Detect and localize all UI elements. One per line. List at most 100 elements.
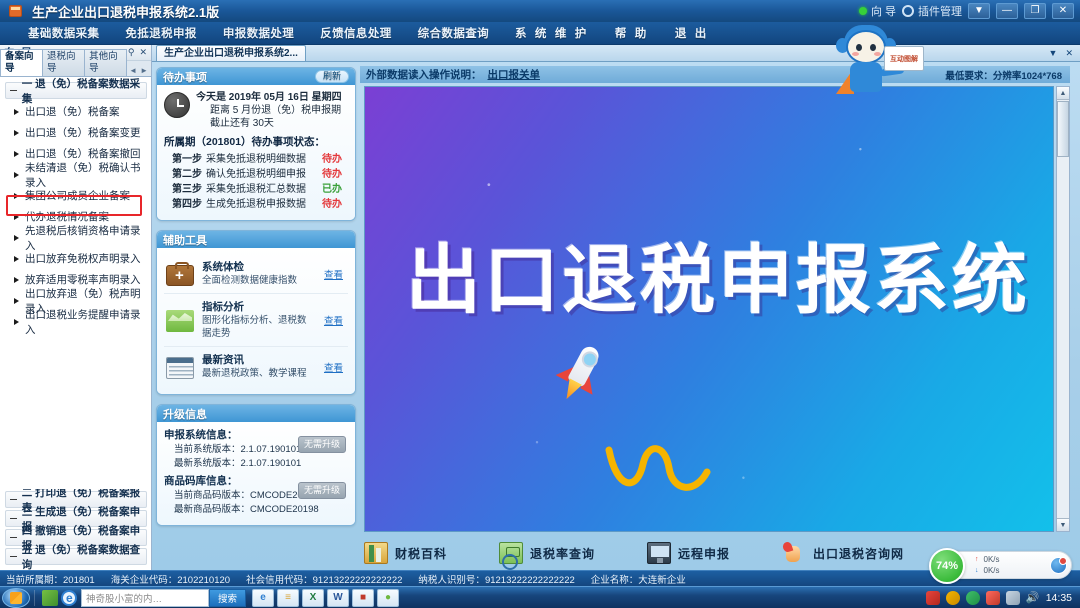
taskbar-app-word[interactable]: W — [327, 588, 350, 607]
taskbar-app-excel[interactable]: X — [302, 588, 325, 607]
mascot-eye-left — [856, 44, 862, 51]
todo-step-3[interactable]: 第三步 采集免抵退税汇总数据 已办 — [164, 182, 348, 197]
customs-declaration-link[interactable]: 出口报关单 — [488, 67, 541, 82]
tab-other-wizard[interactable]: 其他向导 — [84, 49, 128, 76]
pinned-app-icon[interactable] — [42, 589, 58, 606]
goods-upgrade-button[interactable]: 无需升级 — [297, 482, 346, 499]
tab-scroll-left-icon[interactable]: ◄ — [129, 66, 137, 75]
tab-refund-wizard[interactable]: 退税向导 — [42, 49, 86, 76]
sidebar-item-label: 先退税后核销资格申请录入 — [25, 224, 141, 252]
step-status-badge: 待办 — [322, 169, 342, 180]
start-button[interactable] — [2, 587, 30, 608]
sidebar-item-label: 出口放弃免税权声明录入 — [25, 253, 141, 265]
wizard-label: 向 导 — [870, 6, 896, 18]
pin-icon[interactable]: ⚲ — [128, 47, 135, 58]
sidebar-item-group-member-filing[interactable]: 集团公司成员企业备案 — [12, 185, 147, 206]
document-tab[interactable]: 生产企业出口退税申报系统2... — [156, 45, 306, 61]
sidebar-group-one[interactable]: 一 退（免）税备案数据采集 — [5, 78, 147, 105]
system-upgrade-button[interactable]: 无需升级 — [297, 436, 346, 453]
quick-button-label: 财税百科 — [395, 546, 448, 561]
wizard-toggle[interactable]: 向 导 — [858, 3, 896, 19]
triangle-right-icon — [14, 318, 19, 325]
menu-item-help[interactable]: 帮 助 — [609, 25, 655, 41]
tray-icon-network[interactable] — [1005, 590, 1020, 605]
cpu-usage-gauge[interactable]: 74% — [929, 548, 965, 584]
sidebar-item-business-reminder[interactable]: 出口退税业务提醒申请录入 — [12, 309, 147, 336]
tray-icon-red[interactable] — [925, 590, 940, 605]
menu-item-system-maintenance[interactable]: 系 统 维 护 — [509, 25, 595, 41]
volume-icon[interactable]: 🔊 — [1026, 591, 1040, 605]
sidebar-item-refund-first-qualification[interactable]: 先退税后核销资格申请录入 — [12, 225, 147, 252]
resolution-requirement: 最低要求：分辨率1024*768 — [945, 70, 1062, 82]
doc-close-icon[interactable]: ✕ — [1065, 48, 1073, 59]
menu-item-declaration-processing[interactable]: 申报数据处理 — [217, 25, 300, 41]
sidebar-item-waive-exemption[interactable]: 出口放弃免税权声明录入 — [12, 248, 147, 269]
todo-step-2[interactable]: 第二步 确认免抵退税明细申报 待办 — [164, 167, 348, 182]
taskbar-app-explorer[interactable]: ≡ — [277, 588, 300, 607]
mascot-character[interactable]: 互动图解 — [822, 24, 924, 96]
tools-card-title: 辅助工具 — [163, 234, 207, 247]
todo-refresh-button[interactable]: 刷新 — [314, 70, 349, 83]
tools-card-body: 系统体检 全面检测数据健康指数 查看 指标分析 图形化指标分析、退税数据走势 — [157, 248, 355, 394]
tab-scroll-right-icon[interactable]: ► — [140, 66, 148, 75]
banner-scrollbar[interactable]: ▲ ▼ — [1056, 86, 1070, 532]
promo-banner[interactable]: 出口退税申报系统 — [364, 86, 1054, 532]
close-button[interactable]: ✕ — [1052, 3, 1074, 19]
todo-step-4[interactable]: 第四步 生成免抵退税申报数据 待办 — [164, 197, 348, 212]
tool-view-link[interactable]: 查看 — [324, 267, 346, 281]
taskbar-app-buttons: e ≡ X W ■ ● — [252, 588, 400, 607]
sidebar-item-unsettled-confirmation[interactable]: 未结清退（免）税确认书录入 — [12, 162, 147, 189]
tool-row-indicator-analysis[interactable]: 指标分析 图形化指标分析、退税数据走势 查看 — [164, 294, 348, 347]
close-icon[interactable]: ✕ — [139, 47, 147, 58]
menu-item-basic-data[interactable]: 基础数据采集 — [22, 25, 105, 41]
quick-button-consult-site[interactable]: 出口退税咨询网 — [782, 542, 904, 564]
titlebar-right-controls: 向 导 插件管理 ▼ — ❐ ✕ — [858, 3, 1080, 19]
quick-button-remote-declare[interactable]: 远程申报 — [647, 542, 730, 564]
taskbar-clock[interactable]: 14:35 — [1046, 592, 1072, 604]
tray-icon-green[interactable] — [965, 590, 980, 605]
sidebar-group-five[interactable]: 五 退（免）税备案数据查询 — [5, 544, 147, 571]
quick-button-rate-query[interactable]: 退税率查询 — [499, 542, 595, 570]
tab-filing-wizard[interactable]: 备案向导 — [0, 49, 44, 76]
menu-item-tax-refund-declare[interactable]: 免抵退税申报 — [119, 25, 202, 41]
menu-item-exit[interactable]: 退 出 — [669, 25, 715, 41]
todo-step-1[interactable]: 第一步 采集免抵退税明细数据 待办 — [164, 152, 348, 167]
deadline-text: 距离 5 月份退（免）税申报期截止还有 30天 — [210, 105, 342, 129]
system-current-label: 当前系统版本： — [174, 444, 241, 455]
step-name: 采集免抵退税明细数据 — [206, 154, 306, 165]
step-number: 第四步 — [172, 199, 202, 210]
sidebar-item-label: 出口退（免）税备案变更 — [25, 127, 141, 139]
banner-headline: 出口退税申报系统 — [405, 236, 1030, 324]
main-content-area: 生产企业出口退税申报系统2... ▼ ✕ 外部数据读入操作说明： 出口报关单 最… — [152, 45, 1080, 570]
menu-item-feedback-processing[interactable]: 反馈信息处理 — [314, 25, 397, 41]
taskbar-app-tax-system[interactable]: ■ — [352, 588, 375, 607]
tool-view-link[interactable]: 查看 — [324, 360, 346, 374]
search-button[interactable]: 搜索 — [209, 588, 247, 607]
triangle-right-icon — [14, 213, 19, 220]
scroll-down-icon[interactable]: ▼ — [1057, 518, 1069, 531]
tool-row-latest-news[interactable]: 最新资讯 最新退税政策、教学课程 查看 — [164, 347, 348, 386]
notification-badge-icon[interactable] — [1050, 556, 1067, 574]
sidebar-item-filing-change[interactable]: 出口退（免）税备案变更 — [12, 122, 147, 143]
quick-button-encyclopedia[interactable]: 财税百科 — [364, 542, 447, 564]
minimize-button[interactable]: — — [996, 3, 1018, 19]
scroll-up-icon[interactable]: ▲ — [1057, 87, 1069, 100]
taskbar-app-ie[interactable]: e — [252, 588, 275, 607]
quick-button-label: 远程申报 — [678, 546, 731, 561]
mascot-screen-bubble[interactable]: 互动图解 — [884, 46, 924, 71]
dropdown-button[interactable]: ▼ — [968, 3, 990, 19]
tool-view-link[interactable]: 查看 — [324, 313, 346, 327]
tray-icon-antivirus[interactable] — [985, 590, 1000, 605]
upgrade-card: 升级信息 申报系统信息： 当前系统版本：2.1.07.190101 最新系统版本… — [156, 404, 356, 526]
scrollbar-thumb[interactable] — [1057, 101, 1069, 157]
menu-item-comprehensive-query[interactable]: 综合数据查询 — [412, 25, 495, 41]
restore-button[interactable]: ❐ — [1024, 3, 1046, 19]
taskbar-app-other[interactable]: ● — [377, 588, 400, 607]
performance-widget[interactable]: 74% ↑ 0K/s ↓ 0K/s — [929, 548, 1072, 584]
internet-explorer-icon[interactable] — [61, 589, 77, 606]
tray-icon-orange[interactable] — [945, 590, 960, 605]
tool-row-system-check[interactable]: 系统体检 全面检测数据健康指数 查看 — [164, 254, 348, 294]
doc-minimize-icon[interactable]: ▼ — [1049, 48, 1058, 59]
plugin-manager-button[interactable]: 插件管理 — [902, 3, 962, 19]
taskbar-search-box[interactable]: 神奇股小富的内… — [81, 588, 209, 607]
